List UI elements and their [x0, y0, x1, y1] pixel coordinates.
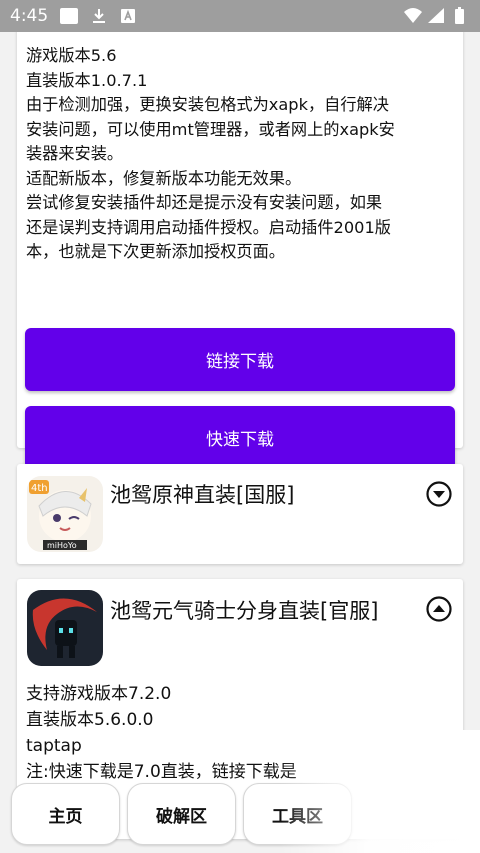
desc-line: 装器来安装。	[26, 144, 124, 163]
desc-line: 游戏版本5.6	[26, 46, 117, 65]
signal-icon	[428, 8, 444, 23]
desc-line: 由于检测加强，更换安装包格式为xapk，自行解决	[26, 95, 389, 114]
status-bar: 4:45	[0, 0, 480, 32]
a-badge-icon	[120, 8, 138, 24]
description-text: 游戏版本5.6 直装版本1.0.7.1 由于检测加强，更换安装包格式为xapk，…	[26, 44, 456, 265]
app-title: 池鸳原神直装[国服]	[110, 483, 295, 507]
app-title: 池鸳元气骑士分身直装[官服]	[110, 599, 379, 623]
expand-icon[interactable]	[425, 480, 453, 508]
detail-line: 直装版本5.6.0.0	[26, 710, 154, 730]
app-card-description: 游戏版本5.6 直装版本1.0.7.1 由于检测加强，更换安装包格式为xapk，…	[17, 32, 463, 469]
app-details: 支持游戏版本7.2.0 直装版本5.6.0.0 taptap 注:快速下载是7.…	[26, 681, 297, 785]
system-indicators	[402, 6, 474, 26]
desc-line: 本，也就是下次更新添加授权页面。	[26, 242, 285, 261]
desc-line: 直装版本1.0.7.1	[26, 70, 148, 90]
battery-icon	[455, 7, 464, 24]
wifi-icon	[404, 8, 422, 23]
download-icon	[90, 8, 108, 24]
genshin-app-icon: 4th miHoYo	[27, 476, 103, 552]
fast-download-button[interactable]: 快速下载	[25, 406, 455, 469]
desc-line: 适配新版本，修复新版本功能无效果。	[26, 168, 302, 188]
collapse-icon[interactable]	[425, 595, 453, 623]
svg-text:4th: 4th	[31, 483, 48, 494]
detail-line: 支持游戏版本7.2.0	[26, 684, 172, 704]
svg-text:miHoYo: miHoYo	[47, 541, 77, 550]
nav-crack-button[interactable]: 破解区	[127, 783, 236, 845]
app-card-genshin[interactable]: 4th miHoYo 池鸳原神直装[国服]	[17, 464, 463, 564]
notification-square-icon	[60, 8, 78, 24]
status-time: 4:45	[10, 6, 49, 26]
soul-knight-app-icon	[27, 590, 103, 666]
desc-line: 尝试修复安装插件却还是提示没有安装问题，如果	[26, 193, 383, 212]
detail-line: taptap	[26, 736, 82, 756]
nav-home-button[interactable]: 主页	[11, 783, 120, 845]
link-download-button[interactable]: 链接下载	[25, 328, 455, 391]
desc-line: 还是误判支持调用启动插件授权。启动插件2001版	[26, 217, 391, 237]
watermark-fade	[280, 730, 480, 853]
desc-line: 安装问题，可以使用mt管理器，或者网上的xapk安	[26, 119, 395, 139]
